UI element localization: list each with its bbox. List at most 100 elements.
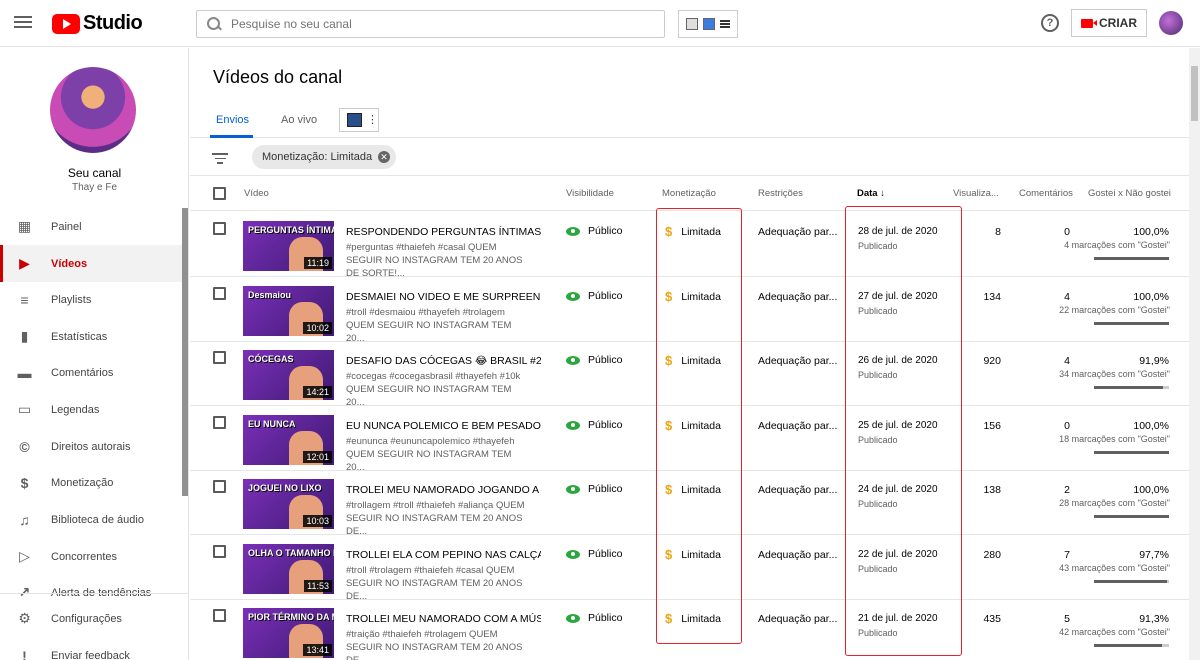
row-checkbox[interactable] [213, 416, 226, 429]
select-all-checkbox[interactable] [213, 187, 226, 200]
restrictions-cell[interactable]: Adequação par... [758, 291, 837, 303]
filter-chip[interactable]: Monetização: Limitada ✕ [252, 145, 397, 169]
sidebar-item-direitos-autorais[interactable]: © Direitos autorais [0, 428, 183, 465]
video-thumbnail[interactable]: EU NUNCA 12:01 [243, 415, 334, 465]
visibility-label: Público [588, 290, 623, 302]
video-title[interactable]: RESPONDENDO PERGUNTAS ÍNTIMAS D... [346, 226, 541, 238]
video-thumbnail[interactable]: PIOR TÉRMINO DA MINHA VIDA 13:41 [243, 608, 334, 658]
sidebar-item-monetizacao[interactable]: $ Monetização [0, 464, 183, 501]
account-avatar[interactable] [1159, 11, 1183, 35]
sidebar-item-painel[interactable]: ▦ Painel [0, 208, 183, 245]
restrictions-cell[interactable]: Adequação par... [758, 484, 837, 496]
video-thumbnail[interactable]: OLHA O TAMANHO DO MEU P 11:53 [243, 544, 334, 594]
visibility-cell[interactable]: Público [566, 612, 622, 624]
sidebar-item-concorrentes[interactable]: ▷ Concorrentes [0, 538, 183, 575]
playlists-icon: ≡ [20, 291, 29, 308]
eye-icon [566, 613, 580, 623]
sidebar-item-playlists[interactable]: ≡ Playlists [0, 281, 183, 318]
like-ratio-fill [1094, 580, 1168, 583]
sidebar-item-videos[interactable]: ▶ Vídeos [0, 245, 183, 282]
sidebar-item-label: Estatísticas [51, 330, 108, 343]
row-checkbox[interactable] [213, 545, 226, 558]
hamburger-menu-icon[interactable] [14, 14, 32, 32]
sidebar-item-biblioteca-audio[interactable]: ♫ Biblioteca de áudio [0, 501, 183, 538]
video-title[interactable]: TROLLEI MEU NAMORADO COM A MÚSI... [346, 613, 541, 625]
video-description: #cocegas #cocegasbrasil #thayefeh #10k Q… [346, 371, 521, 408]
column-header-likes[interactable]: Gostei x Não gostei [1088, 188, 1171, 199]
visibility-cell[interactable]: Público [566, 354, 622, 366]
column-header-restrictions[interactable]: Restrições [758, 188, 803, 199]
video-title[interactable]: EU NUNCA POLEMICO E BEM PESADO +... [346, 420, 541, 432]
visibility-cell[interactable]: Público [566, 290, 622, 302]
column-header-monetization[interactable]: Monetização [662, 188, 716, 199]
row-checkbox[interactable] [213, 480, 226, 493]
visibility-label: Público [588, 225, 623, 237]
more-vert-icon[interactable]: ⋮ [367, 115, 378, 126]
visibility-cell[interactable]: Público [566, 419, 622, 431]
sidebar-item-legendas[interactable]: ▭ Legendas [0, 391, 183, 428]
video-thumbnail[interactable]: Desmaiou 10:02 [243, 286, 334, 336]
video-title[interactable]: DESAFIO DAS CÓCEGAS 😂 BRASIL #2 - ... [346, 355, 541, 367]
like-percentage: 97,7% [1139, 549, 1169, 561]
sidebar-item-comentarios[interactable]: ▬ Comentários [0, 354, 183, 391]
sidebar-item-enviar-feedback[interactable]: ! Enviar feedback [0, 637, 183, 660]
video-thumbnail[interactable]: CÓCEGAS 14:21 [243, 350, 334, 400]
close-icon[interactable]: ✕ [378, 151, 391, 163]
column-header-views[interactable]: Visualiza... [953, 188, 999, 199]
extension-icon[interactable] [685, 18, 698, 30]
video-title[interactable]: DESMAIEI NO VIDEO E ME SURPREENDI ... [346, 291, 541, 303]
annotation-highlight-monetization [656, 208, 742, 644]
like-ratio-fill [1094, 257, 1169, 260]
sidebar-item-estatisticas[interactable]: ▮ Estatísticas [0, 318, 183, 355]
extension-menu-icon[interactable] [720, 20, 731, 28]
filter-chip-label: Monetização: Limitada [262, 151, 373, 163]
like-ratio-fill [1094, 322, 1169, 325]
tab-ao-vivo[interactable]: Ao vivo [281, 114, 317, 126]
sidebar-item-label: Legendas [51, 403, 100, 416]
row-checkbox[interactable] [213, 287, 226, 300]
like-ratio-fill [1094, 386, 1163, 389]
dollar-icon: $ [20, 474, 29, 491]
tab-envios[interactable]: Envios [216, 114, 249, 126]
row-checkbox[interactable] [213, 351, 226, 364]
video-thumbnail[interactable]: JOGUEI NO LIXO 10:03 [243, 479, 334, 529]
restrictions-cell[interactable]: Adequação par... [758, 613, 837, 625]
restrictions-cell[interactable]: Adequação par... [758, 226, 837, 238]
main-scrollbar[interactable] [1189, 48, 1200, 660]
channel-label: Seu canal [67, 166, 122, 180]
thumbnail-caption: CÓCEGAS [248, 354, 294, 364]
sidebar-item-configuracoes[interactable]: ⚙ Configurações [0, 600, 183, 637]
visibility-cell[interactable]: Público [566, 483, 622, 495]
like-percentage: 100,0% [1133, 484, 1169, 496]
row-checkbox[interactable] [213, 609, 226, 622]
filter-icon[interactable] [212, 153, 228, 164]
help-icon[interactable]: ? [1041, 14, 1059, 32]
sidebar-item-label: Direitos autorais [51, 440, 131, 453]
extension-tab-button[interactable]: ⋮ [339, 108, 379, 132]
video-description: #trollagem #troll #thaiefeh #aliança QUE… [346, 500, 525, 537]
youtube-studio-logo[interactable]: Studio [52, 12, 143, 35]
search-input[interactable] [231, 17, 631, 31]
thumbnail-caption: OLHA O TAMANHO DO MEU P [248, 548, 334, 558]
search-box[interactable] [196, 10, 665, 38]
video-description: #perguntas #thaiefeh #casal QUEM SEGUIR … [346, 242, 523, 279]
row-checkbox[interactable] [213, 222, 226, 235]
sidebar-scrollbar[interactable] [182, 208, 188, 496]
restrictions-cell[interactable]: Adequação par... [758, 355, 837, 367]
create-button[interactable]: CRIAR [1071, 9, 1147, 37]
visibility-cell[interactable]: Público [566, 225, 622, 237]
extension-video-icon[interactable] [702, 18, 715, 30]
video-thumbnail[interactable]: PERGUNTAS ÍNTIMAS 11:19 [243, 221, 334, 271]
column-header-date[interactable]: Data ↓ [857, 188, 885, 199]
column-header-comments[interactable]: Comentários [1019, 188, 1073, 199]
restrictions-cell[interactable]: Adequação par... [758, 420, 837, 432]
like-percentage: 100,0% [1133, 226, 1169, 238]
restrictions-cell[interactable]: Adequação par... [758, 549, 837, 561]
column-header-visibility[interactable]: Visibilidade [566, 188, 614, 199]
main-scrollbar-thumb[interactable] [1191, 66, 1198, 121]
like-count: 18 marcações com "Gostei" [1059, 434, 1170, 444]
channel-avatar[interactable] [50, 67, 136, 153]
video-title[interactable]: TROLEI MEU NAMORADO JOGANDO A M... [346, 484, 541, 496]
visibility-cell[interactable]: Público [566, 548, 622, 560]
video-title[interactable]: TROLLEI ELA COM PEPINO NAS CALÇAS... [346, 549, 541, 561]
